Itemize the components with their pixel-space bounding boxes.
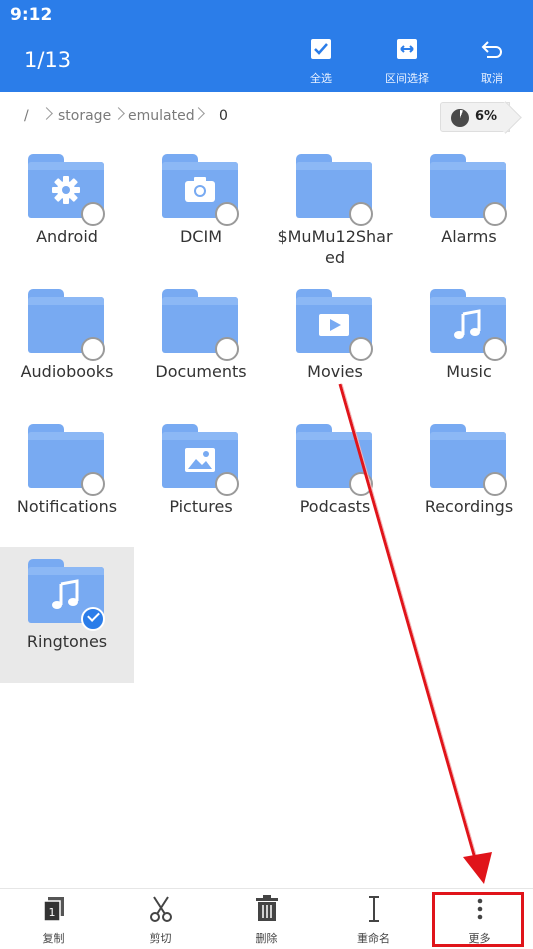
select-checkbox[interactable] (81, 337, 105, 361)
rename-button[interactable]: 重命名 (320, 889, 427, 949)
folder-name: Android (36, 227, 98, 246)
selection-counter: 1/13 (24, 48, 72, 72)
folder-item-movies[interactable]: Movies (268, 277, 402, 413)
folder-name: Movies (307, 362, 363, 381)
folder-item-recordings[interactable]: Recordings (402, 412, 533, 548)
chevron-right-icon (112, 107, 125, 120)
select-checkbox[interactable] (215, 202, 239, 226)
folder-item-podcasts[interactable]: Podcasts (268, 412, 402, 548)
select-all-label: 全选 (310, 72, 332, 85)
range-select-label: 区间选择 (385, 72, 429, 85)
delete-button[interactable]: 删除 (213, 889, 320, 949)
range-select-icon (397, 39, 417, 59)
select-checkbox[interactable] (349, 337, 373, 361)
select-checkbox[interactable] (81, 202, 105, 226)
svg-text:1: 1 (48, 906, 55, 919)
folder-name: Ringtones (26, 632, 108, 651)
camera-icon (185, 177, 215, 202)
breadcrumb-root[interactable]: / (24, 108, 29, 124)
select-all-button[interactable]: 全选 (286, 36, 356, 88)
annotation-highlight-box (432, 892, 524, 947)
play-icon (319, 314, 349, 336)
folder-item-dcim[interactable]: DCIM (134, 142, 268, 278)
copy-button[interactable]: 1 复制 (0, 889, 107, 949)
cut-button[interactable]: 剪切 (107, 889, 214, 949)
trash-icon (255, 895, 278, 921)
folder-name: Music (446, 362, 492, 381)
folder-item-notifications[interactable]: Notifications (0, 412, 134, 548)
folder-item-documents[interactable]: Documents (134, 277, 268, 413)
folder-name: DCIM (179, 227, 222, 246)
folder-name: Pictures (169, 497, 233, 516)
folder-name: Audiobooks (20, 362, 114, 381)
selection-toolbar: 1/13 全选 区间选择 取消 (0, 30, 533, 92)
copy-label: 复制 (42, 932, 65, 945)
storage-percent: 6% (475, 109, 498, 124)
folder-item-pictures[interactable]: Pictures (134, 412, 268, 548)
pie-chart-icon (451, 109, 469, 127)
selected-checkbox[interactable] (81, 607, 105, 631)
folder-name: Alarms (441, 227, 497, 246)
cut-label: 剪切 (149, 932, 172, 945)
status-bar: 9:12 (0, 0, 533, 30)
delete-label: 删除 (255, 932, 278, 945)
select-checkbox[interactable] (349, 472, 373, 496)
folder-name: Recordings (424, 497, 514, 516)
text-cursor-icon (368, 896, 379, 922)
gear-icon (52, 176, 80, 204)
folder-name: Notifications (16, 497, 118, 516)
rename-label: 重命名 (357, 932, 390, 945)
image-icon (185, 448, 215, 472)
folder-item-mumu12shared[interactable]: $MuMu12Shar ed (268, 142, 402, 278)
folder-item-audiobooks[interactable]: Audiobooks (0, 277, 134, 413)
folder-item-music[interactable]: Music (402, 277, 533, 413)
cancel-label: 取消 (481, 72, 503, 85)
breadcrumb-emulated[interactable]: emulated (128, 108, 195, 124)
select-all-icon (311, 39, 331, 59)
range-select-button[interactable]: 区间选择 (372, 36, 442, 88)
breadcrumb: / storage emulated 0 6% (0, 92, 533, 142)
folder-item-android[interactable]: Android (0, 142, 134, 278)
breadcrumb-current[interactable]: 0 (219, 108, 228, 124)
select-checkbox[interactable] (215, 337, 239, 361)
status-time: 9:12 (10, 5, 53, 25)
select-checkbox[interactable] (483, 337, 507, 361)
folder-name: Podcasts (299, 497, 371, 516)
folder-name: $MuMu12Shar ed (277, 227, 393, 267)
cancel-button[interactable]: 取消 (457, 36, 527, 88)
select-checkbox[interactable] (483, 202, 507, 226)
chevron-right-icon (40, 107, 53, 120)
select-checkbox[interactable] (215, 472, 239, 496)
music-note-icon (52, 579, 79, 609)
music-note-icon (454, 309, 481, 339)
storage-usage-badge[interactable]: 6% (440, 102, 510, 132)
folder-item-alarms[interactable]: Alarms (402, 142, 533, 278)
folder-name: Documents (155, 362, 247, 381)
select-checkbox[interactable] (81, 472, 105, 496)
scissors-icon (149, 896, 172, 922)
copy-icon: 1 (42, 897, 64, 922)
select-checkbox[interactable] (349, 202, 373, 226)
undo-icon (481, 41, 502, 58)
select-checkbox[interactable] (483, 472, 507, 496)
folder-item-ringtones[interactable]: Ringtones (0, 547, 134, 683)
breadcrumb-storage[interactable]: storage (58, 108, 111, 124)
